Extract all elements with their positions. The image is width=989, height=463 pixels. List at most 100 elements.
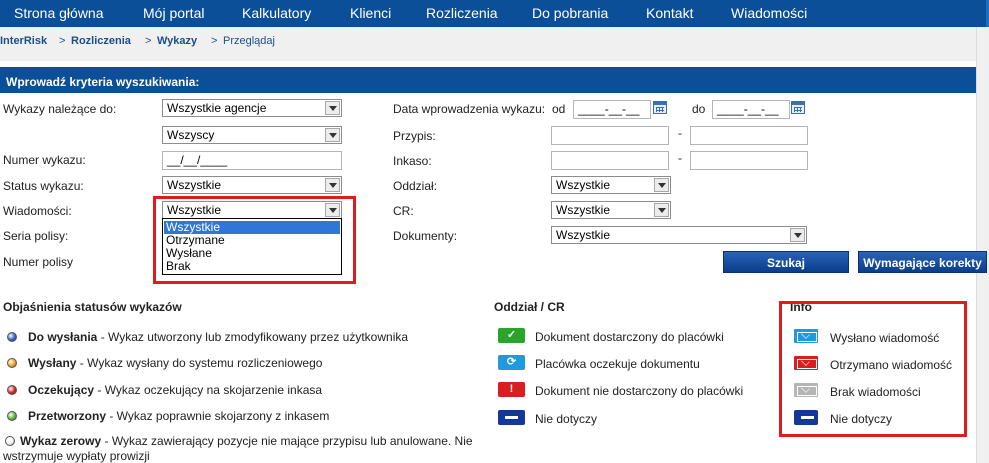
wiadomosci-label: Wiadomości: [3, 204, 72, 218]
status-name: Do wysłania [28, 330, 98, 344]
breadcrumb-interrisk[interactable]: InterRisk [0, 35, 47, 47]
status-wykazu-value: Wszystkie [167, 178, 221, 192]
status-description-cont: wstrzymuje wypłaty prowizji [3, 449, 150, 463]
calendar-icon[interactable] [653, 101, 667, 114]
top-navigation: Strona główna Mój portal Kalkulatory Kli… [0, 0, 989, 27]
sync-icon: ⟳ [498, 355, 525, 370]
cr-value: Wszystkie [556, 203, 610, 217]
chevron-down-icon[interactable] [325, 101, 340, 115]
nav-wiadomosci[interactable]: Wiadomości [731, 0, 807, 27]
range-dash: - [678, 126, 682, 140]
wykazy-label: Wykazy należące do: [3, 102, 117, 116]
dokumenty-label: Dokumenty: [393, 229, 458, 243]
oddzial-legend-item: Nie dotyczy [535, 412, 598, 426]
highlight-box-info [779, 301, 967, 437]
check-icon: ✓ [498, 328, 525, 343]
status-legend-item: Wysłany - Wykaz wysłany do systemu rozli… [28, 356, 322, 370]
nav-rozliczenia[interactable]: Rozliczenia [426, 0, 498, 27]
szukaj-button[interactable]: Szukaj [723, 251, 849, 273]
seria-polisy-label: Seria polisy: [3, 229, 69, 243]
data-wprowadzenia-label: Data wprowadzenia wykazu: [393, 102, 546, 116]
numer-wykazu-value: __/__/____ [167, 153, 228, 167]
date-to-value: ____-__-__ [717, 102, 779, 116]
oddzial-legend-item: Placówka oczekuje dokumentu [535, 357, 700, 371]
status-legend-item: Wykaz zerowy - Wykaz zawierający pozycje… [20, 434, 473, 448]
calendar-icon[interactable] [791, 101, 805, 114]
numer-polisy-label: Numer polisy [3, 255, 74, 269]
status-wykazu-label: Status wykazu: [3, 179, 84, 193]
exclamation-icon: ! [498, 382, 525, 397]
status-dot-icon [5, 436, 15, 446]
od-label: od [552, 102, 566, 116]
breadcrumb-przegladaj: Przeglądaj [223, 35, 275, 47]
range-dash: - [678, 151, 682, 165]
status-description: - Wykaz oczekujący na skojarzenie inkasa [94, 383, 323, 397]
wszyscy-select[interactable]: Wszyscy [162, 126, 342, 144]
agencje-select-value: Wszystkie agencje [167, 101, 267, 115]
inkaso-from-input[interactable] [551, 151, 669, 170]
status-dot-icon [7, 332, 17, 342]
status-dot-icon [7, 358, 17, 368]
cr-select[interactable]: Wszystkie [551, 201, 671, 219]
nav-moj-portal[interactable]: Mój portal [143, 0, 204, 27]
do-label: do [692, 102, 706, 116]
status-name: Przetworzony [28, 409, 107, 423]
status-description: - Wykaz utworzony lub zmodyfikowany prze… [97, 330, 409, 344]
przypis-to-input[interactable] [690, 126, 808, 145]
przypis-from-input[interactable] [551, 126, 669, 145]
oddzial-label: Oddział: [393, 179, 438, 193]
cr-label: CR: [393, 204, 414, 218]
status-legend-item: Oczekujący - Wykaz oczekujący na skojarz… [28, 383, 322, 397]
inkaso-label: Inkaso: [393, 154, 432, 168]
nav-kalkulatory[interactable]: Kalkulatory [242, 0, 311, 27]
wymagajace-korekty-button[interactable]: Wymagające korekty [858, 251, 987, 273]
inkaso-to-input[interactable] [690, 151, 808, 170]
chevron-down-icon[interactable] [654, 203, 669, 217]
status-name: Wykaz zerowy [20, 434, 102, 448]
status-legend-item: Do wysłania - Wykaz utworzony lub zmodyf… [28, 330, 408, 344]
chevron-down-icon[interactable] [325, 128, 340, 142]
date-from-value: ____-__-__ [578, 102, 640, 116]
breadcrumb-wykazy[interactable]: Wykazy [157, 35, 197, 47]
numer-wykazu-input[interactable]: __/__/____ [162, 151, 342, 170]
oddzial-select[interactable]: Wszystkie [551, 176, 671, 194]
date-to-input[interactable]: ____-__-__ [712, 100, 790, 119]
chevron-down-icon[interactable] [790, 228, 805, 242]
oddzial-legend-title: Oddział / CR [494, 300, 565, 314]
status-name: Oczekujący [28, 383, 95, 397]
breadcrumb-separator: > [211, 35, 218, 47]
breadcrumb: InterRisk > Rozliczenia > Wykazy > Przeg… [0, 27, 976, 61]
scrollbar[interactable] [976, 27, 989, 463]
nav-klienci[interactable]: Klienci [350, 0, 391, 27]
breadcrumb-rozliczenia[interactable]: Rozliczenia [71, 35, 131, 47]
status-dot-icon [7, 385, 17, 395]
przypis-label: Przypis: [393, 129, 436, 143]
dokumenty-select[interactable]: Wszystkie [551, 226, 807, 244]
nav-do-pobrania[interactable]: Do pobrania [532, 0, 608, 27]
numer-wykazu-label: Numer wykazu: [3, 153, 86, 167]
breadcrumb-separator: > [145, 35, 152, 47]
chevron-down-icon[interactable] [654, 178, 669, 192]
search-criteria-title: Wprowadź kryteria wyszukiwania: [6, 75, 200, 89]
wszyscy-select-value: Wszyscy [167, 128, 215, 142]
minus-icon [498, 410, 525, 425]
status-description: - Wykaz poprawnie skojarzony z inkasem [106, 409, 330, 423]
status-legend-item: Przetworzony - Wykaz poprawnie skojarzon… [28, 409, 329, 423]
nav-strona-glowna[interactable]: Strona główna [14, 0, 104, 27]
chevron-down-icon[interactable] [325, 178, 340, 192]
status-description: - Wykaz wysłany do systemu rozliczeniowe… [76, 356, 323, 370]
search-criteria-header: Wprowadź kryteria wyszukiwania: [0, 71, 976, 93]
oddzial-legend-item: Dokument nie dostarczony do placówki [535, 384, 744, 398]
status-name: Wysłany [28, 356, 77, 370]
oddzial-value: Wszystkie [556, 178, 610, 192]
oddzial-legend-item: Dokument dostarczony do placówki [535, 330, 724, 344]
status-wykazu-select[interactable]: Wszystkie [162, 176, 342, 194]
dokumenty-value: Wszystkie [556, 228, 610, 242]
agencje-select[interactable]: Wszystkie agencje [162, 99, 342, 117]
status-legend-title: Objaśnienia statusów wykazów [3, 300, 182, 314]
date-from-input[interactable]: ____-__-__ [573, 100, 651, 119]
status-dot-icon [7, 411, 17, 421]
nav-kontakt[interactable]: Kontakt [646, 0, 693, 27]
highlight-box-wiadomosci [153, 196, 356, 284]
breadcrumb-separator: > [59, 35, 66, 47]
